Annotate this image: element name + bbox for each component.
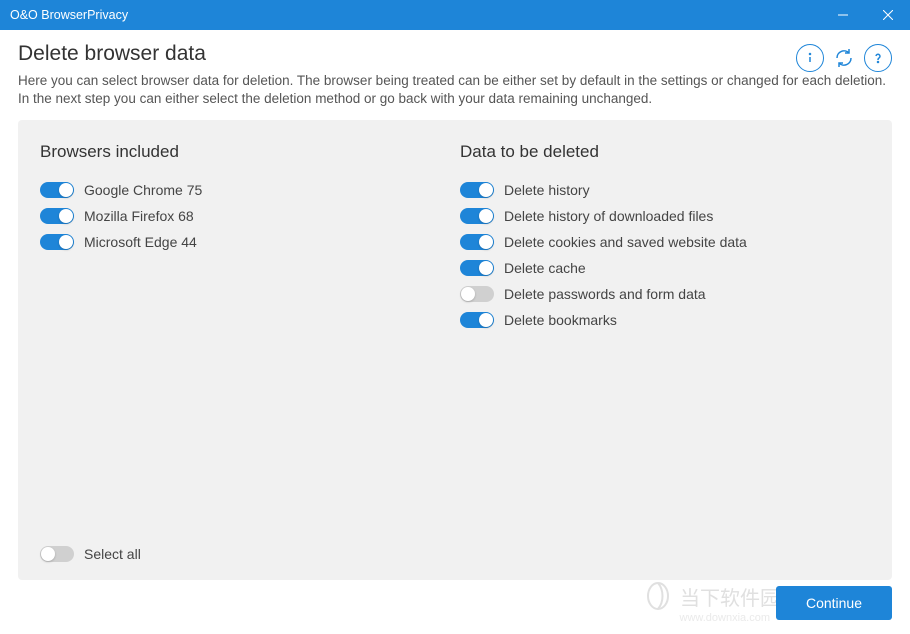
- minimize-button[interactable]: [820, 0, 865, 30]
- continue-button[interactable]: Continue: [776, 586, 892, 620]
- data-item-toggle[interactable]: [460, 208, 494, 224]
- select-all-label: Select all: [84, 546, 141, 562]
- watermark: 当下软件园: [642, 580, 780, 612]
- browser-item-label: Mozilla Firefox 68: [84, 208, 194, 224]
- browser-item-toggle[interactable]: [40, 234, 74, 250]
- data-item-label: Delete cookies and saved website data: [504, 234, 747, 250]
- data-item-row: Delete cache: [460, 260, 870, 276]
- data-title: Data to be deleted: [460, 142, 870, 162]
- data-item-toggle[interactable]: [460, 312, 494, 328]
- help-icon[interactable]: [864, 44, 892, 72]
- data-item-row: Delete bookmarks: [460, 312, 870, 328]
- data-item-toggle[interactable]: [460, 234, 494, 250]
- data-item-toggle[interactable]: [460, 260, 494, 276]
- header-icons: [796, 44, 892, 72]
- data-item-toggle[interactable]: [460, 182, 494, 198]
- main-panel: Browsers included Google Chrome 75 Mozill…: [18, 120, 892, 580]
- data-column: Data to be deleted Delete history Delete …: [450, 142, 870, 562]
- browsers-title: Browsers included: [40, 142, 450, 162]
- data-item-row: Delete history: [460, 182, 870, 198]
- data-item-label: Delete cache: [504, 260, 586, 276]
- footer: Continue: [776, 586, 892, 620]
- data-item-label: Delete passwords and form data: [504, 286, 706, 302]
- watermark-sub: www.downxia.com: [680, 612, 770, 624]
- browsers-column: Browsers included Google Chrome 75 Mozill…: [40, 142, 450, 562]
- select-all-toggle[interactable]: [40, 546, 74, 562]
- data-item-label: Delete history: [504, 182, 590, 198]
- data-item-row: Delete history of downloaded files: [460, 208, 870, 224]
- data-item-label: Delete history of downloaded files: [504, 208, 713, 224]
- page-description: Here you can select browser data for del…: [18, 72, 888, 108]
- refresh-icon[interactable]: [830, 44, 858, 72]
- browser-item-label: Google Chrome 75: [84, 182, 202, 198]
- data-item-row: Delete cookies and saved website data: [460, 234, 870, 250]
- data-item-row: Delete passwords and form data: [460, 286, 870, 302]
- page-title: Delete browser data: [18, 42, 206, 66]
- browser-item-toggle[interactable]: [40, 208, 74, 224]
- data-item-label: Delete bookmarks: [504, 312, 617, 328]
- browser-item-row: Google Chrome 75: [40, 182, 450, 198]
- info-icon[interactable]: [796, 44, 824, 72]
- browser-item-toggle[interactable]: [40, 182, 74, 198]
- window-controls: [820, 0, 910, 30]
- browser-item-row: Mozilla Firefox 68: [40, 208, 450, 224]
- app-title: O&O BrowserPrivacy: [10, 8, 128, 22]
- close-button[interactable]: [865, 0, 910, 30]
- select-all-row: Select all: [40, 546, 141, 562]
- browser-item-row: Microsoft Edge 44: [40, 234, 450, 250]
- data-item-toggle[interactable]: [460, 286, 494, 302]
- titlebar: O&O BrowserPrivacy: [0, 0, 910, 30]
- content: Delete browser data Here you can select …: [0, 30, 910, 580]
- browser-item-label: Microsoft Edge 44: [84, 234, 197, 250]
